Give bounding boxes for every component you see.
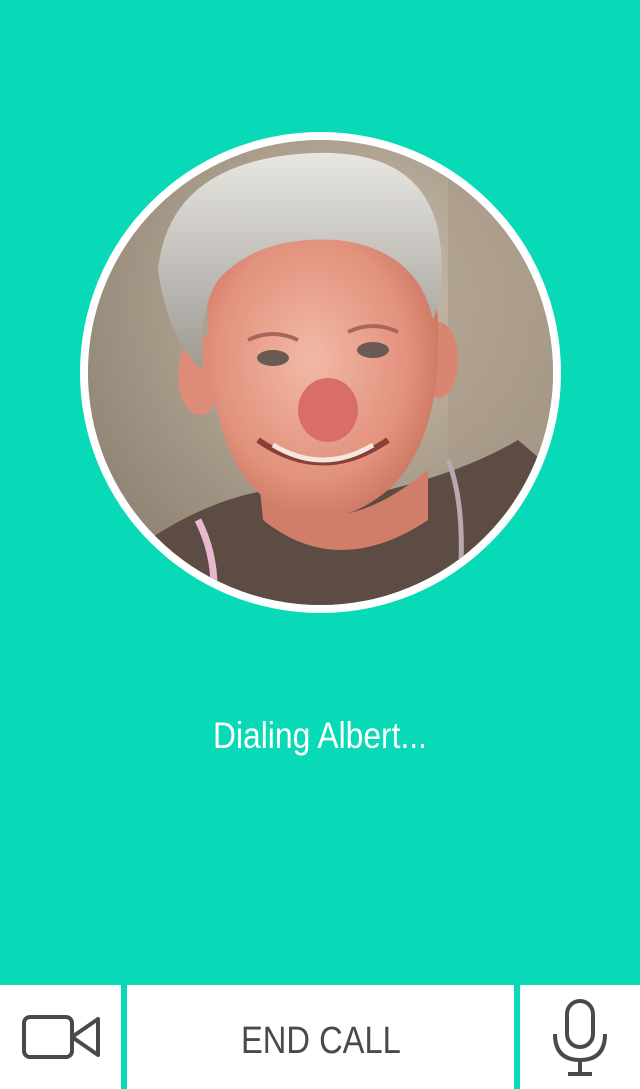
microphone-icon [550, 998, 610, 1076]
video-call-button[interactable] [0, 985, 121, 1089]
end-call-label: END CALL [240, 1019, 401, 1062]
call-screen: Dialing Albert... END CALL [0, 0, 640, 1089]
avatar-ring [80, 132, 561, 613]
end-call-button[interactable]: END CALL [127, 985, 514, 1089]
microphone-button[interactable] [520, 985, 640, 1089]
call-action-bar: END CALL [0, 980, 640, 1089]
video-camera-icon [21, 1014, 101, 1060]
call-status-text: Dialing Albert... [212, 715, 428, 756]
contact-avatar [88, 140, 553, 605]
